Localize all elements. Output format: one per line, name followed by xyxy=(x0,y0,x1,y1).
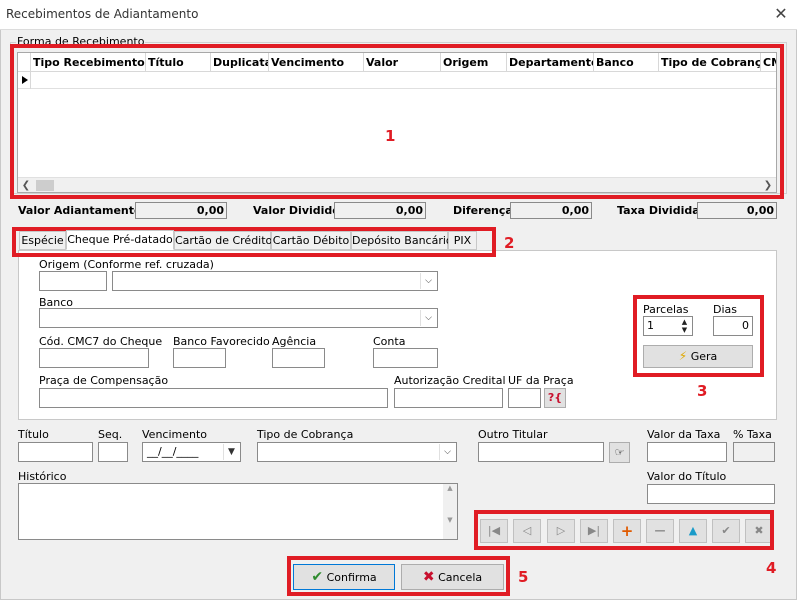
annotation-box-4 xyxy=(474,510,774,550)
conta-label: Conta xyxy=(373,335,406,348)
valor-dividido-value: 0,00 xyxy=(334,202,426,219)
vertical-scrollbar[interactable]: ▲ ▼ xyxy=(443,484,457,539)
taxa-dividida-label: Taxa Dividida xyxy=(617,204,700,217)
close-icon[interactable]: ✕ xyxy=(770,3,792,25)
annotation-number-1: 1 xyxy=(385,127,396,145)
cmc7-label: Cód. CMC7 do Cheque xyxy=(39,335,163,348)
origem-select[interactable]: ⌵ xyxy=(112,271,438,291)
annotation-number-3: 3 xyxy=(697,382,708,400)
valor-adiantamento-value: 0,00 xyxy=(135,202,227,219)
title-bar: Recebimentos de Adiantamento ✕ xyxy=(0,0,797,30)
autorizacao-label: Autorização Credital xyxy=(394,374,506,387)
valor-titulo-input[interactable] xyxy=(647,484,775,504)
banco-favorecido-label: Banco Favorecido xyxy=(173,335,270,348)
tab-cheque-pre-datado[interactable]: Cheque Pré-datado xyxy=(66,230,174,250)
titulo-input[interactable] xyxy=(18,442,93,462)
praca-input[interactable] xyxy=(39,388,388,408)
calendar-dropdown-icon[interactable]: ▼ xyxy=(223,444,239,460)
autorizacao-input[interactable] xyxy=(394,388,503,408)
annotation-number-2: 2 xyxy=(504,234,515,252)
vencimento-label: Vencimento xyxy=(142,428,208,441)
origem-code-input[interactable] xyxy=(39,271,107,291)
valor-taxa-label: Valor da Taxa xyxy=(647,428,721,441)
lookup-uf-icon[interactable]: ?{ xyxy=(544,388,566,408)
historico-textarea[interactable]: ▲ ▼ xyxy=(18,483,458,540)
uf-praca-label: UF da Praça xyxy=(508,374,574,387)
annotation-number-5: 5 xyxy=(518,568,529,586)
agencia-label: Agência xyxy=(272,335,317,348)
chevron-down-icon: ⌵ xyxy=(439,444,455,460)
pct-taxa-label: % Taxa xyxy=(733,428,772,441)
banco-favorecido-input[interactable] xyxy=(173,348,226,368)
outro-titular-input[interactable] xyxy=(478,442,604,462)
annotation-number-4: 4 xyxy=(766,559,777,577)
titulo-label: Título xyxy=(18,428,49,441)
annotation-box-3 xyxy=(633,295,764,377)
outro-titular-label: Outro Titular xyxy=(478,428,548,441)
origem-label: Origem (Conforme ref. cruzada) xyxy=(39,258,214,271)
agencia-input[interactable] xyxy=(272,348,325,368)
valor-adiantamento-label: Valor Adiantamento xyxy=(18,204,142,217)
valor-dividido-label: Valor Dividido xyxy=(253,204,340,217)
diferenca-label: Diferença xyxy=(453,204,513,217)
annotation-box-5 xyxy=(287,556,510,596)
pct-taxa-input[interactable] xyxy=(733,442,775,462)
seq-input[interactable] xyxy=(98,442,128,462)
praca-label: Praça de Compensação xyxy=(39,374,169,387)
valor-titulo-label: Valor do Título xyxy=(647,470,727,483)
uf-praca-input[interactable] xyxy=(508,388,541,408)
chevron-down-icon: ⌵ xyxy=(420,310,436,326)
vencimento-date-picker[interactable]: __/__/____ ▼ xyxy=(142,442,241,462)
banco-select[interactable]: ⌵ xyxy=(39,308,438,328)
conta-input[interactable] xyxy=(373,348,438,368)
valor-taxa-input[interactable] xyxy=(647,442,727,462)
vencimento-value: __/__/____ xyxy=(147,445,199,458)
diferenca-value: 0,00 xyxy=(510,202,592,219)
cmc7-input[interactable] xyxy=(39,348,149,368)
window-title: Recebimentos de Adiantamento xyxy=(6,7,199,21)
seq-label: Seq. xyxy=(98,428,123,441)
historico-label: Histórico xyxy=(18,470,67,483)
hand-pointer-icon[interactable]: ☞ xyxy=(609,442,630,463)
chevron-down-icon: ⌵ xyxy=(420,273,436,289)
annotation-box-1 xyxy=(10,44,784,199)
tipo-cobranca-select[interactable]: ⌵ xyxy=(257,442,457,462)
tipo-cobranca-label: Tipo de Cobrança xyxy=(257,428,354,441)
taxa-dividida-value: 0,00 xyxy=(697,202,777,219)
